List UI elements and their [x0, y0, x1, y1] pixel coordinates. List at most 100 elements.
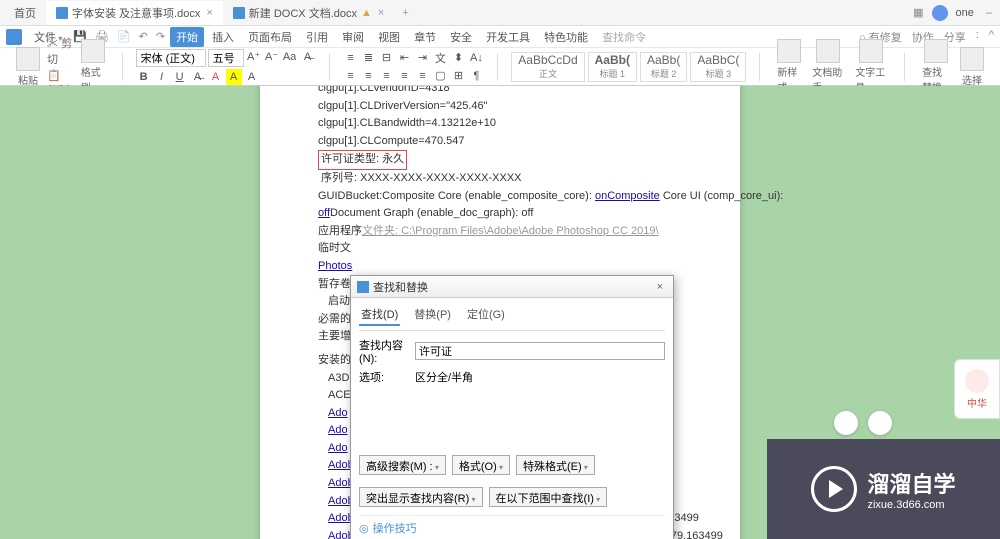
italic-button[interactable]: I	[154, 69, 170, 85]
close-icon[interactable]: ×	[653, 281, 667, 293]
change-case-button[interactable]: Aa	[282, 49, 298, 65]
bold-button[interactable]: B	[136, 69, 152, 85]
tool-dot[interactable]	[868, 411, 892, 435]
doc-line: clgpu[1].CLVendorID=4318	[318, 86, 716, 98]
review-menu[interactable]: 审阅	[336, 27, 370, 47]
doc-line: offDocument Graph (enable_doc_graph): of…	[318, 205, 716, 223]
side-badge[interactable]: 中华	[954, 359, 1000, 419]
style-heading1[interactable]: AaBb(标题 1	[588, 52, 637, 82]
new-style-icon	[777, 39, 801, 63]
borders-button[interactable]: ⊞	[450, 68, 466, 84]
style-normal[interactable]: AaBbCcDd正文	[511, 52, 584, 82]
doc-tab-1[interactable]: 字体安装 及注意事项.docx ×	[46, 1, 223, 25]
redo-icon[interactable]: ↷	[153, 30, 168, 43]
show-marks-button[interactable]: ¶	[468, 68, 484, 84]
insert-menu[interactable]: 插入	[206, 27, 240, 47]
options-value: 区分全/半角	[415, 369, 473, 385]
app-grid-icon[interactable]: ▦	[913, 6, 923, 19]
cut-button[interactable]: ✂ 剪切	[47, 35, 74, 67]
home-tab-label: 首页	[14, 5, 36, 21]
read-highlight-button[interactable]: 突出显示查找内容(R)	[359, 487, 483, 507]
doc-line: 应用程序文件夹: C:\Program Files\Adobe\Adobe Ph…	[318, 223, 716, 241]
text-direction-button[interactable]: 文	[432, 50, 448, 66]
increase-indent-button[interactable]: ⇥	[414, 50, 430, 66]
home-tab[interactable]: 首页	[4, 1, 46, 25]
devtools-menu[interactable]: 开发工具	[480, 27, 536, 47]
start-menu[interactable]: 开始	[170, 27, 204, 47]
lightbulb-icon: ◎	[359, 522, 369, 535]
tips-link[interactable]: 操作技巧	[373, 520, 417, 536]
view-menu[interactable]: 视图	[372, 27, 406, 47]
preview-icon[interactable]: 📄	[114, 30, 134, 43]
shading-button[interactable]: ▢	[432, 68, 448, 84]
options-label: 选项:	[359, 369, 415, 385]
find-command[interactable]: 查找命令	[596, 27, 652, 47]
underline-button[interactable]: U	[172, 69, 188, 85]
dialog-titlebar[interactable]: 查找和替换 ×	[351, 276, 673, 298]
doc-line: 许可证类型: 永久	[318, 150, 716, 170]
multilevel-list-button[interactable]: ⊟	[378, 50, 394, 66]
justify-button[interactable]: ≡	[396, 68, 412, 84]
bullet-list-button[interactable]: ≡	[342, 50, 358, 66]
font-size-select[interactable]	[208, 49, 244, 67]
highlight-button[interactable]: A	[226, 69, 242, 85]
find-highlight: 许可证类型: 永久	[318, 150, 407, 170]
avatar[interactable]	[932, 5, 948, 21]
align-left-button[interactable]: ≡	[342, 68, 358, 84]
ribbon: 粘贴 ✂ 剪切 📋 复制 格式刷 A⁺ A⁻ Aa A̶ B I U A̶ A …	[0, 48, 1000, 86]
doc-tab-2-label: 新建 DOCX 文档.docx	[249, 5, 357, 21]
font-border-button[interactable]: A	[244, 69, 260, 85]
select-button[interactable]: 选择	[956, 45, 988, 89]
references-menu[interactable]: 引用	[300, 27, 334, 47]
find-input[interactable]	[415, 342, 665, 360]
security-menu[interactable]: 安全	[444, 27, 478, 47]
undo-icon[interactable]: ↶	[136, 30, 151, 43]
minimize-icon[interactable]: –	[982, 7, 996, 19]
clear-format-button[interactable]: A̶	[300, 49, 316, 65]
titlebar: 首页 字体安装 及注意事项.docx × 新建 DOCX 文档.docx ▲ ×…	[0, 0, 1000, 26]
cursor-icon	[960, 47, 984, 71]
style-heading3[interactable]: AaBbC(标题 3	[690, 52, 746, 82]
new-tab-button[interactable]: +	[394, 7, 416, 19]
doc-line: Photos	[318, 258, 716, 276]
doc-tab-2[interactable]: 新建 DOCX 文档.docx ▲ ×	[223, 1, 395, 25]
advanced-search-button[interactable]: 高级搜索(M) :	[359, 455, 446, 475]
distribute-button[interactable]: ≡	[414, 68, 430, 84]
line-spacing-button[interactable]: ⬍	[450, 50, 466, 66]
brush-icon	[81, 39, 105, 63]
font-name-select[interactable]	[136, 49, 206, 67]
section-menu[interactable]: 章节	[408, 27, 442, 47]
doc-line: 序列号: XXXX-XXXX-XXXX-XXXX-XXXX	[318, 170, 716, 188]
decrease-indent-button[interactable]: ⇤	[396, 50, 412, 66]
tool-dot[interactable]	[834, 411, 858, 435]
format-button[interactable]: 格式(O)	[452, 455, 510, 475]
strike-button[interactable]: A̶	[190, 69, 206, 85]
shrink-font-button[interactable]: A⁻	[264, 49, 280, 65]
grow-font-button[interactable]: A⁺	[246, 49, 262, 65]
align-right-button[interactable]: ≡	[378, 68, 394, 84]
word-doc-icon	[56, 7, 68, 19]
doc-line: clgpu[1].CLCompute=470.547	[318, 133, 716, 151]
align-center-button[interactable]: ≡	[360, 68, 376, 84]
paste-button[interactable]: 粘贴	[12, 45, 44, 89]
username: one	[956, 7, 974, 19]
special-menu[interactable]: 特色功能	[538, 27, 594, 47]
play-icon	[811, 466, 857, 512]
in-range-button[interactable]: 在以下范围中查找(I)	[489, 487, 608, 507]
doc-line: GUIDBucket:Composite Core (enable_compos…	[318, 188, 716, 206]
font-color-button[interactable]: A	[208, 69, 224, 85]
doc-assistant-icon	[816, 39, 840, 63]
style-heading2[interactable]: AaBb(标题 2	[640, 52, 687, 82]
page-layout-menu[interactable]: 页面布局	[242, 27, 298, 47]
tab-find[interactable]: 查找(D)	[359, 304, 400, 326]
sort-button[interactable]: A↓	[468, 50, 484, 66]
special-format-button[interactable]: 特殊格式(E)	[516, 455, 595, 475]
close-icon[interactable]: ×	[378, 7, 384, 19]
dialog-title: 查找和替换	[373, 279, 428, 295]
number-list-button[interactable]: ≣	[360, 50, 376, 66]
search-icon	[924, 39, 948, 63]
tab-goto[interactable]: 定位(G)	[465, 304, 507, 326]
tab-replace[interactable]: 替换(P)	[412, 304, 453, 326]
close-icon[interactable]: ×	[206, 7, 212, 19]
doc-line: clgpu[1].CLDriverVersion="425.46"	[318, 98, 716, 116]
